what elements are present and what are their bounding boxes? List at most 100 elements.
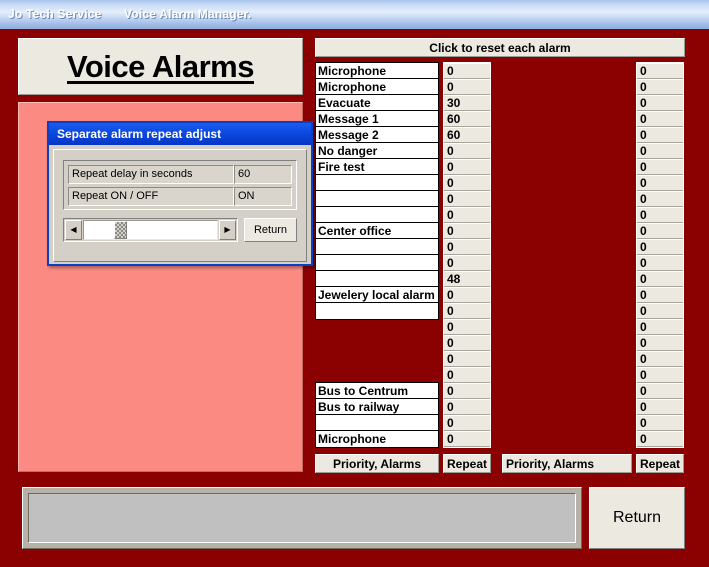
reset-alarms-header[interactable]: Click to reset each alarm (315, 38, 685, 57)
dialog-title: Separate alarm repeat adjust (57, 127, 222, 141)
right-alarm-value-column: 000000000000000000000000 (636, 62, 684, 448)
repeat-delay-scrollbar[interactable]: ◀ ▶ (63, 218, 238, 242)
alarm-name-cell[interactable]: Bus to railway (316, 399, 438, 415)
window-titlebar: Jo Tech Service Voice Alarm Manager. (0, 0, 709, 31)
alarm-name-cell[interactable]: Jewelery local alarm (316, 287, 438, 303)
alarm-name-cell[interactable] (316, 175, 438, 191)
alarm-value-cell[interactable]: 0 (444, 287, 490, 303)
alarm-value-cell[interactable]: 0 (637, 367, 683, 383)
dialog-return-button[interactable]: Return (244, 218, 297, 242)
application-window: Jo Tech Service Voice Alarm Manager. Voi… (0, 0, 709, 567)
left-alarm-name-column-top: Microphone Microphone Evacuate Message 1 Mes… (315, 62, 439, 320)
alarm-value-cell[interactable]: 0 (444, 79, 490, 95)
alarm-name-cell[interactable] (316, 415, 438, 431)
alarm-value-cell[interactable]: 0 (444, 191, 490, 207)
alarm-value-cell[interactable]: 0 (637, 127, 683, 143)
voice-alarms-banner: Voice Alarms (18, 38, 303, 95)
alarm-value-cell[interactable]: 0 (444, 255, 490, 271)
alarm-name-cell[interactable] (316, 207, 438, 223)
right-priority-alarms-button[interactable]: Priority, Alarms (502, 454, 632, 473)
alarm-value-cell[interactable]: 0 (637, 335, 683, 351)
alarm-value-cell[interactable]: 0 (444, 319, 490, 335)
alarm-name-cell[interactable]: Message 1 (316, 111, 438, 127)
repeat-delay-value[interactable]: 60 (234, 165, 292, 184)
alarm-name-cell[interactable]: Microphone (316, 79, 438, 95)
alarm-name-cell[interactable]: Message 2 (316, 127, 438, 143)
alarm-value-cell[interactable]: 0 (444, 399, 490, 415)
alarm-value-cell[interactable]: 48 (444, 271, 490, 287)
alarm-value-cell[interactable]: 60 (444, 111, 490, 127)
alarm-name-cell[interactable]: Fire test (316, 159, 438, 175)
alarm-value-cell[interactable]: 0 (637, 143, 683, 159)
repeat-delay-row: Repeat delay in seconds 60 (68, 165, 292, 184)
left-repeat-button[interactable]: Repeat (443, 454, 491, 473)
alarm-value-cell[interactable]: 0 (444, 335, 490, 351)
alarm-name-cell[interactable] (316, 191, 438, 207)
alarm-value-cell[interactable]: 0 (444, 175, 490, 191)
alarm-value-cell[interactable]: 0 (637, 223, 683, 239)
alarm-value-cell[interactable]: 0 (637, 319, 683, 335)
alarm-value-cell[interactable]: 0 (444, 63, 490, 79)
alarm-name-cell[interactable]: Bus to Centrum (316, 383, 438, 399)
scroll-right-arrow-icon[interactable]: ▶ (219, 220, 236, 240)
alarm-value-cell[interactable]: 0 (637, 63, 683, 79)
alarm-value-cell[interactable]: 60 (444, 127, 490, 143)
scrollbar-thumb[interactable] (114, 221, 127, 239)
alarm-value-cell[interactable]: 0 (637, 159, 683, 175)
alarm-value-cell[interactable]: 30 (444, 95, 490, 111)
repeat-settings-group: Repeat delay in seconds 60 Repeat ON / O… (63, 160, 297, 210)
alarm-value-cell[interactable]: 0 (637, 271, 683, 287)
alarm-value-cell[interactable]: 0 (444, 415, 490, 431)
repeat-onoff-value[interactable]: ON (234, 187, 292, 206)
alarm-value-cell[interactable]: 0 (637, 383, 683, 399)
return-button[interactable]: Return (589, 487, 685, 549)
repeat-delay-label: Repeat delay in seconds (68, 165, 234, 184)
alarm-value-cell[interactable]: 0 (637, 415, 683, 431)
alarm-name-cell[interactable] (316, 239, 438, 255)
alarm-value-cell[interactable]: 0 (637, 351, 683, 367)
alarm-value-cell[interactable]: 0 (444, 223, 490, 239)
alarm-value-cell[interactable]: 0 (444, 431, 490, 447)
alarm-name-cell[interactable] (316, 255, 438, 271)
status-bar-frame (22, 487, 582, 549)
alarm-value-cell[interactable]: 0 (444, 383, 490, 399)
alarm-value-cell[interactable]: 0 (444, 303, 490, 319)
alarm-value-cell[interactable]: 0 (637, 111, 683, 127)
alarm-value-cell[interactable]: 0 (637, 431, 683, 447)
alarm-name-cell[interactable]: No danger (316, 143, 438, 159)
alarm-name-cell[interactable]: Evacuate (316, 95, 438, 111)
alarm-value-cell[interactable]: 0 (637, 303, 683, 319)
scroll-left-arrow-icon[interactable]: ◀ (65, 220, 82, 240)
dialog-titlebar[interactable]: Separate alarm repeat adjust (49, 123, 311, 145)
alarm-name-cell[interactable]: Microphone (316, 63, 438, 79)
alarm-value-cell[interactable]: 0 (444, 367, 490, 383)
alarm-value-cell[interactable]: 0 (637, 255, 683, 271)
repeat-onoff-label: Repeat ON / OFF (68, 187, 234, 206)
left-alarm-value-column: 0 0 30 60 60 0 0 0 0 0 0 0 0 48 0 0 0 0 0 0 0 0 0 0 (443, 62, 491, 448)
alarm-value-cell[interactable]: 0 (444, 143, 490, 159)
dialog-body: Repeat delay in seconds 60 Repeat ON / O… (53, 149, 307, 262)
left-alarm-name-column-bottom: Bus to Centrum Bus to railway Microphone (315, 382, 439, 448)
alarm-value-cell[interactable]: 0 (637, 79, 683, 95)
alarm-value-cell[interactable]: 0 (444, 207, 490, 223)
alarm-value-cell[interactable]: 0 (444, 239, 490, 255)
alarm-name-cell[interactable] (316, 271, 438, 287)
alarm-value-cell[interactable]: 0 (637, 191, 683, 207)
alarm-value-cell[interactable]: 0 (444, 351, 490, 367)
left-priority-alarms-button[interactable]: Priority, Alarms (315, 454, 439, 473)
alarm-name-cell[interactable]: Center office (316, 223, 438, 239)
alarm-value-cell[interactable]: 0 (637, 95, 683, 111)
page-title: Voice Alarms (67, 49, 254, 84)
alarm-value-cell[interactable]: 0 (637, 175, 683, 191)
alarm-value-cell[interactable]: 0 (444, 159, 490, 175)
scrollbar-track[interactable] (83, 220, 218, 240)
alarm-value-cell[interactable]: 0 (637, 399, 683, 415)
alarm-name-cell[interactable]: Microphone (316, 431, 438, 447)
alarm-value-cell[interactable]: 0 (637, 239, 683, 255)
right-repeat-button[interactable]: Repeat (636, 454, 684, 473)
titlebar-title: Voice Alarm Manager. (124, 7, 252, 21)
alarm-value-cell[interactable]: 0 (637, 207, 683, 223)
status-message-field[interactable] (28, 493, 576, 543)
alarm-name-cell[interactable] (316, 303, 438, 319)
alarm-value-cell[interactable]: 0 (637, 287, 683, 303)
